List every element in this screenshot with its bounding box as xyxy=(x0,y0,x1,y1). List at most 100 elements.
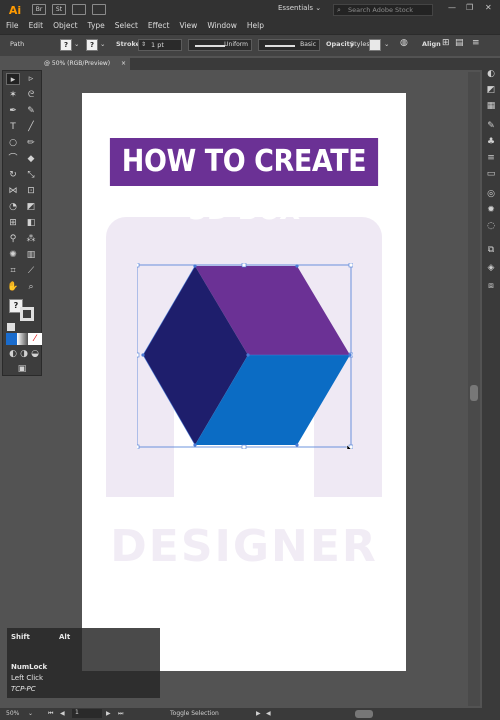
paintbrush-tool-icon[interactable]: ⌒ xyxy=(6,153,20,165)
menu-object[interactable]: Object xyxy=(53,21,77,30)
document-tab[interactable]: @ 50% (RGB/Preview) × xyxy=(30,58,130,70)
horizontal-scroll-thumb[interactable] xyxy=(355,710,373,718)
pen-tool-icon[interactable]: ✒ xyxy=(6,105,20,117)
menu-window[interactable]: Window xyxy=(207,21,237,30)
rotate-tool-icon[interactable]: ↻ xyxy=(6,169,20,181)
recolor-artwork-icon[interactable]: ◍ xyxy=(400,38,408,48)
symbol-sprayer-tool-icon[interactable]: ✺ xyxy=(6,249,20,261)
pencil-tool-icon[interactable]: ✏ xyxy=(24,137,38,149)
zoom-tool-icon[interactable]: ⌕ xyxy=(24,281,38,293)
chevron-down-icon[interactable]: ⌄ xyxy=(28,710,33,717)
handle-bottom-left[interactable] xyxy=(137,444,140,449)
stock-icon[interactable]: St xyxy=(52,4,66,15)
stroke-weight-field[interactable]: ⇕ 1 pt xyxy=(138,39,182,51)
brushes-panel-icon[interactable]: ✎ xyxy=(485,120,497,132)
gradient-tool-icon[interactable]: ◧ xyxy=(24,217,38,229)
chevron-down-icon[interactable]: ⌄ xyxy=(100,40,105,48)
variable-width-profile[interactable]: Uniform xyxy=(188,39,252,51)
draw-inside-icon[interactable]: ◒ xyxy=(28,348,42,360)
symbols-panel-icon[interactable]: ♣ xyxy=(485,136,497,148)
stroke-color-box[interactable] xyxy=(20,307,34,321)
cube-graphic[interactable] xyxy=(137,263,353,449)
anchor-point[interactable] xyxy=(295,264,299,268)
artboard-tool-icon[interactable]: ⌗ xyxy=(6,265,20,277)
scrollbar-thumb[interactable] xyxy=(470,385,478,401)
none-mode-icon[interactable]: ⁄ xyxy=(28,333,42,345)
anchor-point[interactable] xyxy=(193,443,197,447)
scale-tool-icon[interactable]: ⤡ xyxy=(24,169,38,181)
transform-icon[interactable]: ⊞ xyxy=(442,38,450,48)
default-colors-icon[interactable] xyxy=(7,323,15,331)
menu-type[interactable]: Type xyxy=(88,21,105,30)
status-arrow-left-icon[interactable]: ◀ xyxy=(266,710,271,717)
brush-definition[interactable]: Basic xyxy=(258,39,320,51)
chevron-down-icon[interactable]: ⌄ xyxy=(74,40,79,48)
direct-selection-tool-icon[interactable]: ▹ xyxy=(24,73,38,85)
artboard-number-field[interactable]: 1 xyxy=(72,709,102,718)
handle-top-center[interactable] xyxy=(241,263,247,268)
handle-middle-left[interactable] xyxy=(137,352,140,358)
panel-menu-icon[interactable]: ≡ xyxy=(472,38,480,48)
mesh-tool-icon[interactable]: ⊞ xyxy=(6,217,20,229)
artboards-panel-icon[interactable]: ⧉ xyxy=(485,244,497,256)
column-graph-tool-icon[interactable]: ▥ xyxy=(24,249,38,261)
type-tool-icon[interactable]: T xyxy=(6,121,20,133)
chevron-down-icon[interactable]: ⌄ xyxy=(384,40,389,48)
menu-edit[interactable]: Edit xyxy=(29,21,44,30)
lasso-tool-icon[interactable]: ᘓ xyxy=(24,89,38,101)
restore-button[interactable]: ❐ xyxy=(466,3,473,12)
magic-wand-tool-icon[interactable]: ✶ xyxy=(6,89,20,101)
menu-view[interactable]: View xyxy=(180,21,198,30)
status-tool-label[interactable]: Toggle Selection xyxy=(170,710,219,717)
arrange-icon[interactable]: ▤ xyxy=(455,38,464,48)
slice-tool-icon[interactable]: ⟋ xyxy=(24,265,38,277)
gradient-panel-icon[interactable]: ▭ xyxy=(485,168,497,180)
shape-builder-tool-icon[interactable]: ◔ xyxy=(6,201,20,213)
graphic-style-swatch[interactable] xyxy=(369,39,381,51)
transparency-panel-icon[interactable]: ◌ xyxy=(485,220,497,232)
next-artboard-icon[interactable]: ▶ xyxy=(106,710,111,717)
title-banner[interactable]: HOW TO CREATE 3D BOX xyxy=(109,138,379,227)
handle-top-left[interactable] xyxy=(137,263,140,268)
swatches-panel-icon[interactable]: ▦ xyxy=(485,100,497,112)
handle-bottom-center[interactable] xyxy=(241,444,247,449)
links-panel-icon[interactable]: ⧈ xyxy=(485,280,497,292)
hand-tool-icon[interactable]: ✋ xyxy=(6,281,20,293)
line-tool-icon[interactable]: ╱ xyxy=(24,121,38,133)
layers-panel-icon[interactable]: ◈ xyxy=(485,262,497,274)
anchor-point[interactable] xyxy=(193,264,197,268)
menu-file[interactable]: File xyxy=(6,21,19,30)
eyedropper-tool-icon[interactable]: ⚲ xyxy=(6,233,20,245)
align-label[interactable]: Align xyxy=(422,40,441,48)
gpu-preview-icon[interactable] xyxy=(92,4,106,15)
anchor-point[interactable] xyxy=(295,443,299,447)
close-icon[interactable]: × xyxy=(121,58,126,70)
curvature-tool-icon[interactable]: ✎ xyxy=(24,105,38,117)
workspace-layout-icon[interactable] xyxy=(72,4,86,15)
workspace-switcher[interactable]: Essentials ⌄ xyxy=(278,4,321,12)
zoom-level[interactable]: 50% xyxy=(6,710,19,717)
anchor-point[interactable] xyxy=(348,353,352,357)
minimize-button[interactable]: — xyxy=(448,3,456,12)
bridge-icon[interactable]: Br xyxy=(32,4,46,15)
menu-effect[interactable]: Effect xyxy=(148,21,170,30)
close-button[interactable]: ✕ xyxy=(485,3,492,12)
previous-artboard-icon[interactable]: ◀ xyxy=(60,710,65,717)
color-guide-icon[interactable]: ◩ xyxy=(485,84,497,96)
anchor-point[interactable] xyxy=(141,353,145,357)
eraser-tool-icon[interactable]: ◆ xyxy=(24,153,38,165)
last-artboard-icon[interactable]: ⏭ xyxy=(118,710,123,718)
stroke-swatch[interactable]: ? xyxy=(86,39,98,51)
graphic-styles-icon[interactable]: ✹ xyxy=(485,204,497,216)
artboard[interactable]: DESIGNER HOW TO CREATE 3D BOX xyxy=(82,93,406,671)
handle-top-right[interactable] xyxy=(348,263,353,268)
search-input[interactable]: ⌕ Search Adobe Stock xyxy=(333,4,433,16)
color-panel-icon[interactable]: ◐ xyxy=(485,68,497,80)
stepper-icon[interactable]: ⇕ xyxy=(141,41,146,48)
anchor-point[interactable] xyxy=(246,353,250,357)
screen-mode-icon[interactable]: ▣ xyxy=(15,363,29,375)
live-paint-tool-icon[interactable]: ◩ xyxy=(24,201,38,213)
appearance-panel-icon[interactable]: ◎ xyxy=(485,188,497,200)
selection-tool-icon[interactable]: ▸ xyxy=(6,73,20,85)
fill-swatch[interactable]: ? xyxy=(60,39,72,51)
